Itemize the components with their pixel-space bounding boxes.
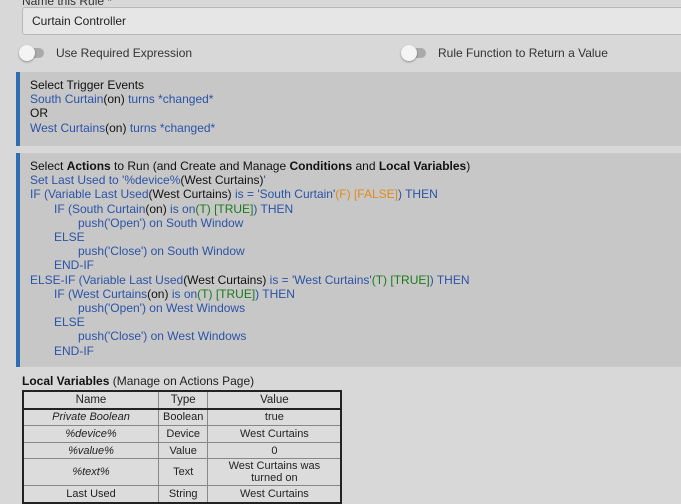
rule-function-toggle[interactable] (401, 45, 426, 61)
trigger-or: OR (30, 106, 48, 121)
variable-value: true (207, 408, 342, 427)
local-variables-title: Local Variables (Manage on Actions Page) (22, 374, 255, 388)
trigger-line: South Curtain(on) turns *changed* (30, 92, 214, 107)
action-line: IF (Variable Last Used(West Curtains) is… (30, 187, 438, 202)
action-line: push('Close') on South Window (78, 244, 245, 259)
action-line: END-IF (54, 343, 94, 358)
action-line: ELSE (54, 315, 85, 330)
variable-name: %device% (22, 425, 159, 443)
actions-title: Select Actions to Run (and Create and Ma… (30, 159, 471, 173)
action-line: END-IF (54, 258, 94, 273)
rule-function-label: Rule Function to Return a Value (438, 46, 608, 60)
required-expression-row[interactable]: Use Required Expression (19, 45, 193, 61)
action-line: ELSE-IF (Variable Last Used(West Curtain… (30, 272, 470, 287)
action-line: push('Open') on West Windows (78, 301, 246, 316)
variable-type: Device (157, 425, 209, 443)
required-expression-label: Use Required Expression (56, 46, 193, 60)
variable-type: String (157, 485, 209, 504)
column-header-value: Value (207, 390, 342, 410)
trigger-title: Select Trigger Events (30, 78, 145, 92)
required-expression-toggle[interactable] (19, 45, 44, 61)
variable-value: 0 (207, 441, 342, 460)
local-variables-table: Name Type Value Private Boolean Boolean … (22, 390, 343, 504)
variable-type: Text (157, 458, 209, 487)
variable-value: West Curtains (207, 425, 342, 443)
trigger-line: West Curtains(on) turns *changed* (30, 120, 216, 135)
actions-panel[interactable]: Select Actions to Run (and Create and Ma… (16, 153, 681, 367)
action-line: ELSE (54, 230, 85, 245)
action-line: Set Last Used to '%device%(West Curtains… (30, 173, 266, 188)
rule-name-input[interactable]: Curtain Controller (22, 7, 681, 35)
trigger-events-panel[interactable]: Select Trigger Events South Curtain(on) … (16, 72, 681, 146)
column-header-name: Name (22, 390, 159, 410)
table-row: %device% Device West Curtains (22, 425, 342, 443)
action-line: IF (West Curtains(on) is on(T) [TRUE]) T… (54, 286, 295, 301)
variable-name: %value% (22, 441, 159, 460)
table-row: %value% Value 0 (22, 441, 342, 460)
variable-name: Private Boolean (22, 408, 159, 427)
table-row: Private Boolean Boolean true (22, 408, 342, 427)
action-line: push('Open') on South Window (78, 215, 244, 230)
variable-name: %text% (22, 458, 159, 487)
variable-type: Value (157, 441, 209, 460)
variable-value: West Curtains (207, 485, 342, 504)
variable-value: West Curtains was turned on (207, 458, 342, 487)
rule-function-row[interactable]: Rule Function to Return a Value (401, 45, 608, 61)
table-header-row: Name Type Value (22, 390, 342, 410)
table-row: %text% Text West Curtains was turned on (22, 458, 342, 487)
action-line: IF (South Curtain(on) is on(T) [TRUE]) T… (54, 201, 294, 216)
variable-type: Boolean (157, 408, 209, 427)
table-row: Last Used String West Curtains (22, 485, 342, 504)
variable-name: Last Used (22, 485, 159, 504)
column-header-type: Type (157, 390, 209, 410)
action-line: push('Close') on West Windows (78, 329, 247, 344)
